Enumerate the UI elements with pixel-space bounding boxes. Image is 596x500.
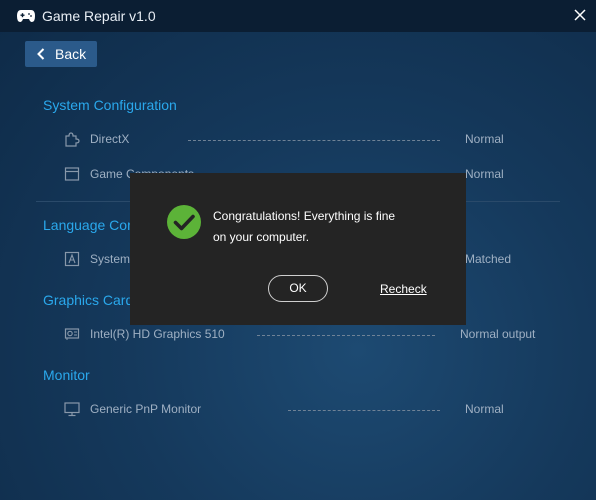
dotted-leader xyxy=(288,410,440,411)
row-name: Generic PnP Monitor xyxy=(90,402,202,416)
row-status: Normal output xyxy=(460,327,536,341)
recheck-link[interactable]: Recheck xyxy=(380,282,427,296)
title-bar: Game Repair v1.0 xyxy=(0,0,596,32)
check-row-graphics-card: Intel(R) HD Graphics 510 Normal output xyxy=(0,324,596,344)
gamepad-icon xyxy=(17,10,35,22)
chevron-left-icon xyxy=(37,48,45,60)
row-name: Intel(R) HD Graphics 510 xyxy=(90,327,225,341)
puzzle-icon xyxy=(65,132,80,147)
dialog-message: Congratulations! Everything is fine on y… xyxy=(213,206,433,248)
row-status: Matched xyxy=(465,252,512,266)
ok-button[interactable]: OK xyxy=(268,275,328,302)
check-row-monitor: Generic PnP Monitor Normal xyxy=(0,399,596,419)
close-icon[interactable] xyxy=(572,7,588,23)
row-status: Normal xyxy=(465,402,504,416)
graphics-card-icon xyxy=(64,328,80,340)
dialog-message-line2: on your computer. xyxy=(213,230,310,244)
result-dialog: Congratulations! Everything is fine on y… xyxy=(130,173,466,325)
letter-a-icon xyxy=(64,251,80,267)
check-circle-icon xyxy=(167,205,201,239)
row-status: Normal xyxy=(465,167,504,181)
dotted-leader xyxy=(188,140,440,141)
row-status: Normal xyxy=(465,132,504,146)
back-button[interactable]: Back xyxy=(25,41,97,67)
check-row-directx: DirectX Normal xyxy=(0,129,596,149)
game-repair-window: Game Repair v1.0 Back System Configurati… xyxy=(0,0,596,500)
row-name: DirectX xyxy=(90,132,130,146)
dialog-message-line1: Congratulations! Everything is fine xyxy=(213,209,396,223)
monitor-icon xyxy=(64,402,80,417)
back-label: Back xyxy=(55,46,87,62)
section-title-graphics-card: Graphics Card xyxy=(43,292,134,308)
window-icon xyxy=(64,167,80,181)
section-title-system-configuration: System Configuration xyxy=(43,97,177,113)
dotted-leader xyxy=(257,335,435,336)
app-title: Game Repair v1.0 xyxy=(42,8,156,24)
section-title-monitor: Monitor xyxy=(43,367,90,383)
